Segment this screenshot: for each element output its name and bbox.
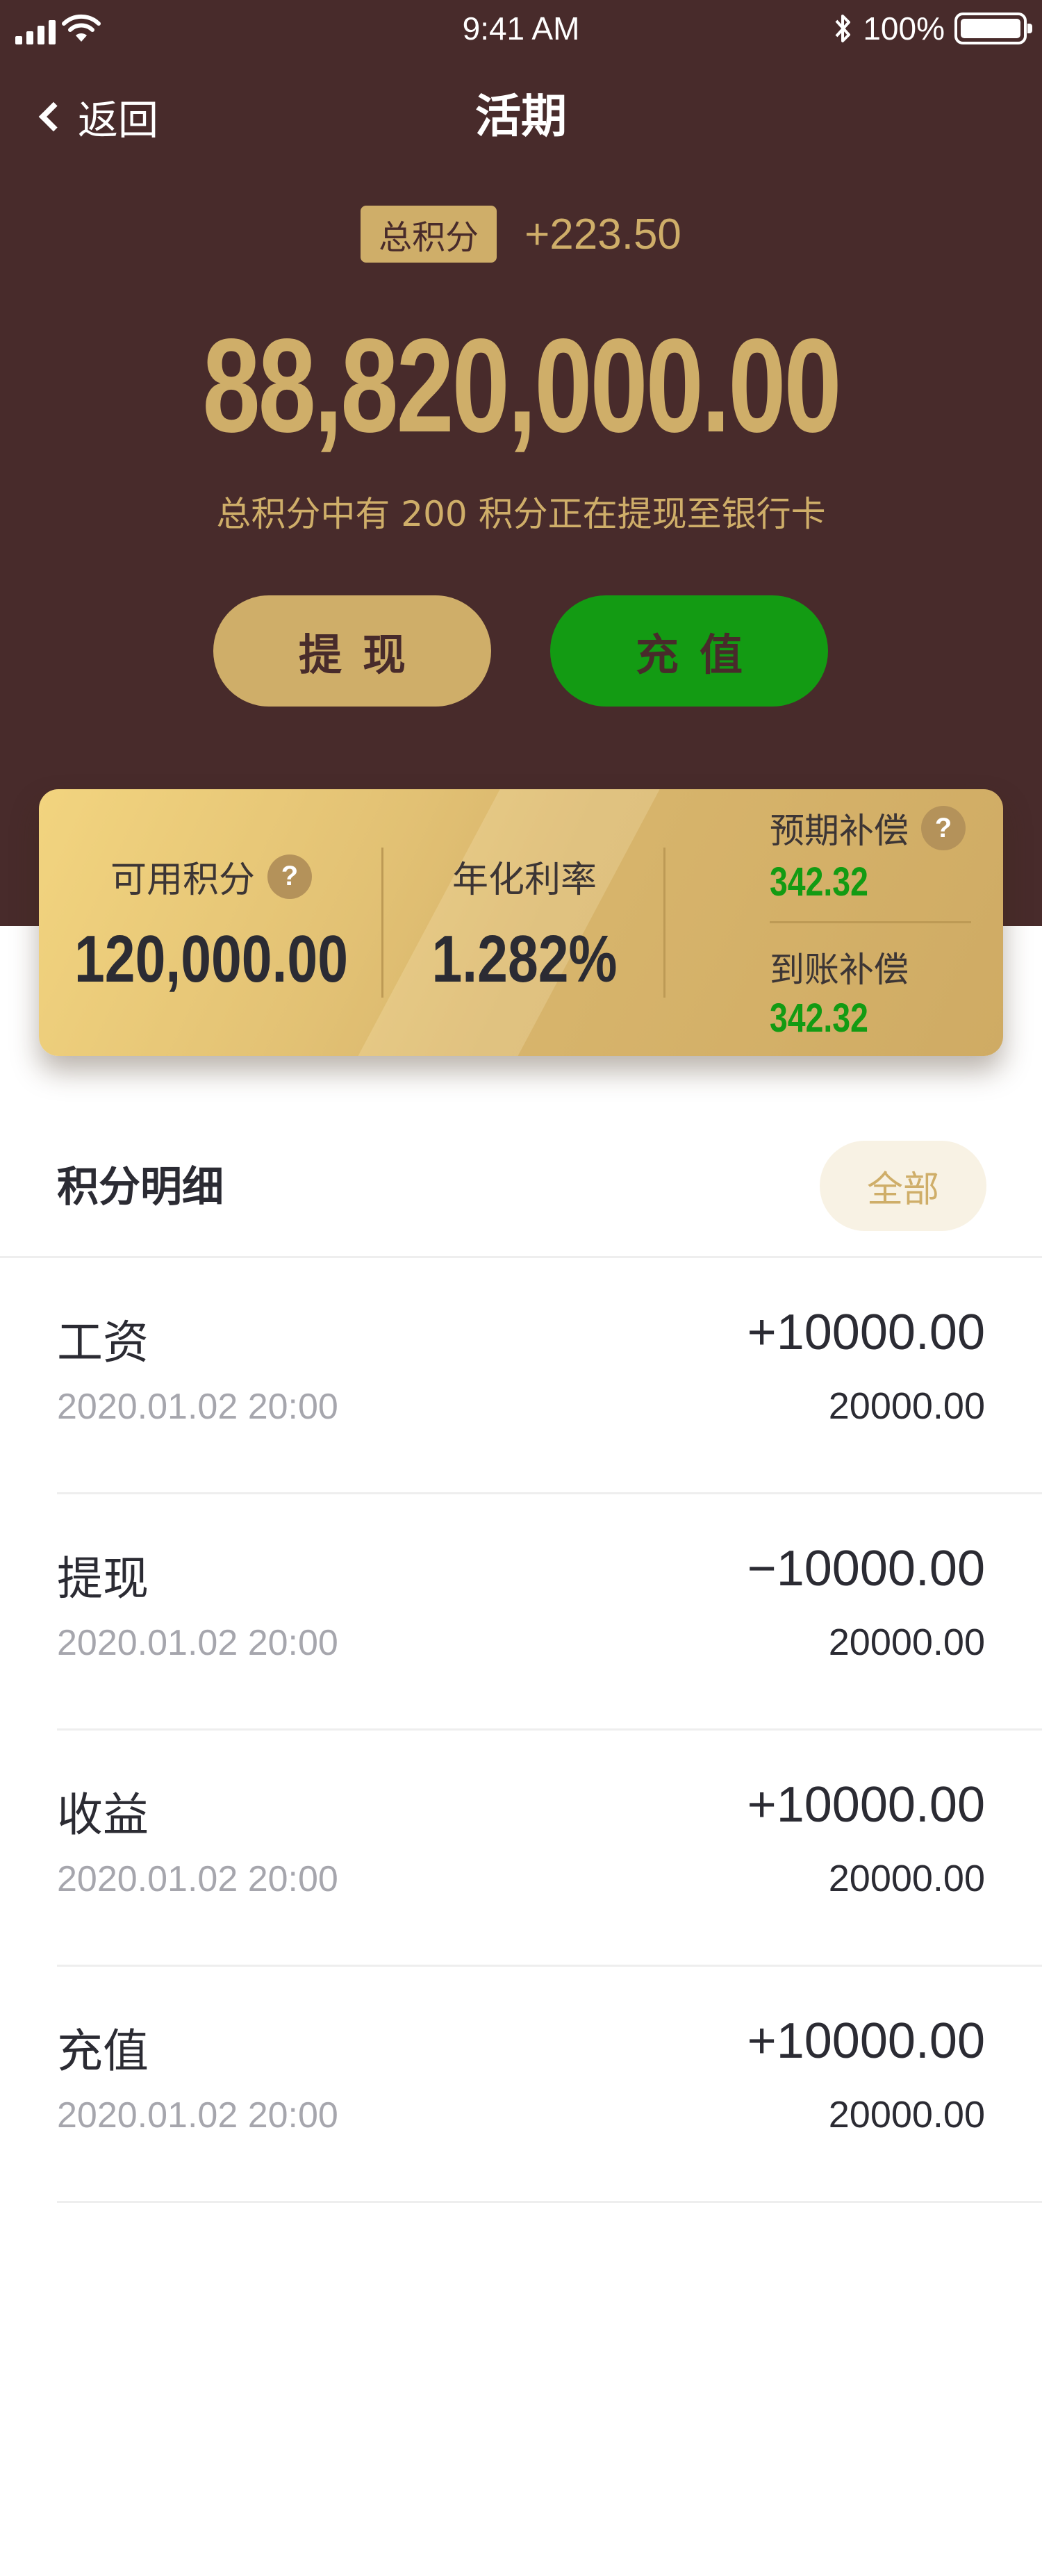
total-points-row: 总积分 +223.50: [0, 206, 1042, 263]
item-date: 2020.01.02 20:00: [57, 1859, 338, 1899]
item-date: 2020.01.02 20:00: [57, 2095, 338, 2136]
item-balance: 20000.00: [828, 2094, 985, 2136]
item-amount: −10000.00: [747, 1541, 985, 1596]
expected-compensation-value: 342.32: [770, 859, 868, 905]
item-balance: 20000.00: [828, 1621, 985, 1663]
available-points-value: 120,000.00: [74, 922, 348, 996]
item-balance: 20000.00: [828, 1385, 985, 1427]
expected-compensation-label: 预期补偿: [770, 811, 909, 851]
item-name: 收益: [57, 1788, 149, 1842]
points-detail-list: 工资 2020.01.02 20:00 +10000.00 20000.00 提…: [0, 1258, 1042, 2203]
bluetooth-icon: [835, 15, 851, 42]
item-date: 2020.01.02 20:00: [57, 1387, 338, 1427]
withdraw-button[interactable]: 提现: [213, 595, 491, 707]
back-label: 返回: [78, 97, 159, 144]
available-points-label: 可用积分: [110, 859, 255, 901]
total-points-change: +223.50: [524, 210, 681, 258]
item-amount: +10000.00: [747, 1305, 985, 1360]
item-balance: 20000.00: [828, 1858, 985, 1899]
points-summary-card: 可用积分 ? 120,000.00 年化利率 1.282% 预期补偿 ? 342…: [39, 789, 1003, 1056]
compensation-section: 预期补偿 ? 342.32 到账补偿 342.32: [664, 789, 1003, 1056]
received-compensation-value: 342.32: [770, 996, 868, 1041]
status-bar: 9:41 AM 100%: [0, 0, 1042, 63]
annual-rate-label-row: 年化利率: [383, 850, 665, 902]
battery-level: [961, 19, 1020, 38]
annual-rate-value: 1.282%: [431, 922, 618, 996]
help-icon[interactable]: ?: [921, 806, 966, 850]
compensation-divider: [770, 921, 971, 923]
list-item[interactable]: 工资 2020.01.02 20:00 +10000.00 20000.00: [0, 1258, 1042, 1494]
item-amount: +10000.00: [747, 2013, 985, 2069]
filter-all-button[interactable]: 全部: [820, 1141, 986, 1231]
list-item[interactable]: 提现 2020.01.02 20:00 −10000.00 20000.00: [0, 1494, 1042, 1731]
item-date: 2020.01.02 20:00: [57, 1623, 338, 1663]
total-points-amount: 88,820,000.00: [202, 311, 841, 460]
total-points-badge: 总积分: [361, 206, 497, 263]
battery-percent: 100%: [863, 10, 945, 47]
annual-rate-section: 年化利率 1.282%: [383, 789, 665, 1056]
list-item[interactable]: 充值 2020.01.02 20:00 +10000.00 20000.00: [0, 1967, 1042, 2203]
points-detail-header: 积分明细 全部: [0, 1125, 1042, 1257]
expected-compensation-label-row: 预期补偿 ?: [770, 803, 966, 853]
item-name: 提现: [57, 1552, 149, 1605]
withdraw-note: 总积分中有 200 积分正在提现至银行卡: [216, 494, 826, 534]
list-item[interactable]: 收益 2020.01.02 20:00 +10000.00 20000.00: [0, 1731, 1042, 1967]
received-compensation-label: 到账补偿: [770, 950, 909, 990]
available-points-section: 可用积分 ? 120,000.00: [39, 789, 383, 1056]
item-name: 充值: [57, 2024, 149, 2078]
back-chevron-icon: [38, 101, 69, 132]
battery-icon: [954, 13, 1032, 44]
back-button[interactable]: 返回: [33, 89, 158, 145]
annual-rate-label: 年化利率: [452, 859, 597, 901]
available-points-label-row: 可用积分 ?: [39, 850, 383, 902]
item-divider: [57, 2201, 1042, 2203]
item-amount: +10000.00: [747, 1777, 985, 1833]
recharge-button[interactable]: 充值: [550, 595, 828, 707]
received-compensation-label-row: 到账补偿: [770, 942, 909, 992]
item-name: 工资: [57, 1316, 149, 1369]
help-icon[interactable]: ?: [267, 854, 312, 899]
points-detail-title: 积分明细: [57, 1163, 224, 1212]
status-right: 100%: [832, 10, 1032, 47]
